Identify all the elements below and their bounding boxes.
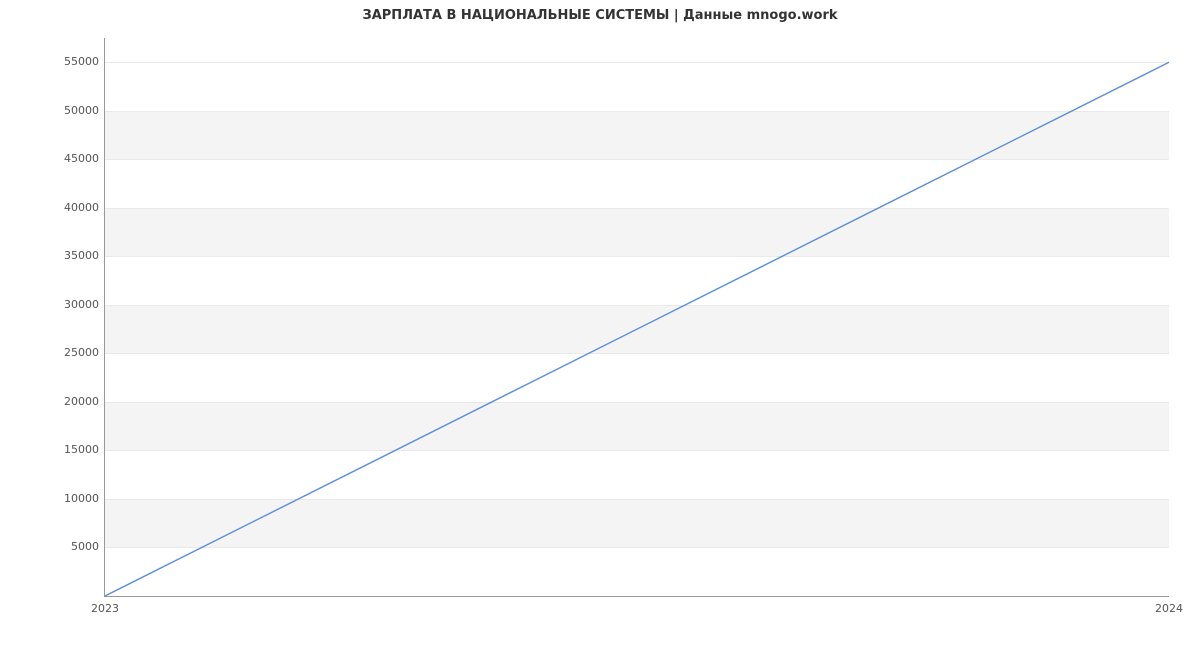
chart-ytick-label: 55000 bbox=[53, 56, 99, 68]
chart-ytick-label: 15000 bbox=[53, 444, 99, 456]
chart-xtick-label: 2024 bbox=[1155, 602, 1183, 615]
chart-ytick-label: 5000 bbox=[53, 541, 99, 553]
chart-ytick-label: 35000 bbox=[53, 250, 99, 262]
chart-plot-area: 5000100001500020000250003000035000400004… bbox=[104, 38, 1168, 596]
chart-axes: 5000100001500020000250003000035000400004… bbox=[104, 38, 1169, 597]
chart-title: ЗАРПЛАТА В НАЦИОНАЛЬНЫЕ СИСТЕМЫ | Данные… bbox=[0, 0, 1200, 27]
chart-ytick-label: 30000 bbox=[53, 299, 99, 311]
chart-line-series bbox=[105, 62, 1169, 596]
chart-ytick-label: 40000 bbox=[53, 202, 99, 214]
chart-ytick-label: 10000 bbox=[53, 493, 99, 505]
chart-ytick-label: 50000 bbox=[53, 105, 99, 117]
chart-ytick-label: 45000 bbox=[53, 153, 99, 165]
chart-ytick-label: 20000 bbox=[53, 396, 99, 408]
chart-ytick-label: 25000 bbox=[53, 347, 99, 359]
chart-xtick-label: 2023 bbox=[91, 602, 119, 615]
